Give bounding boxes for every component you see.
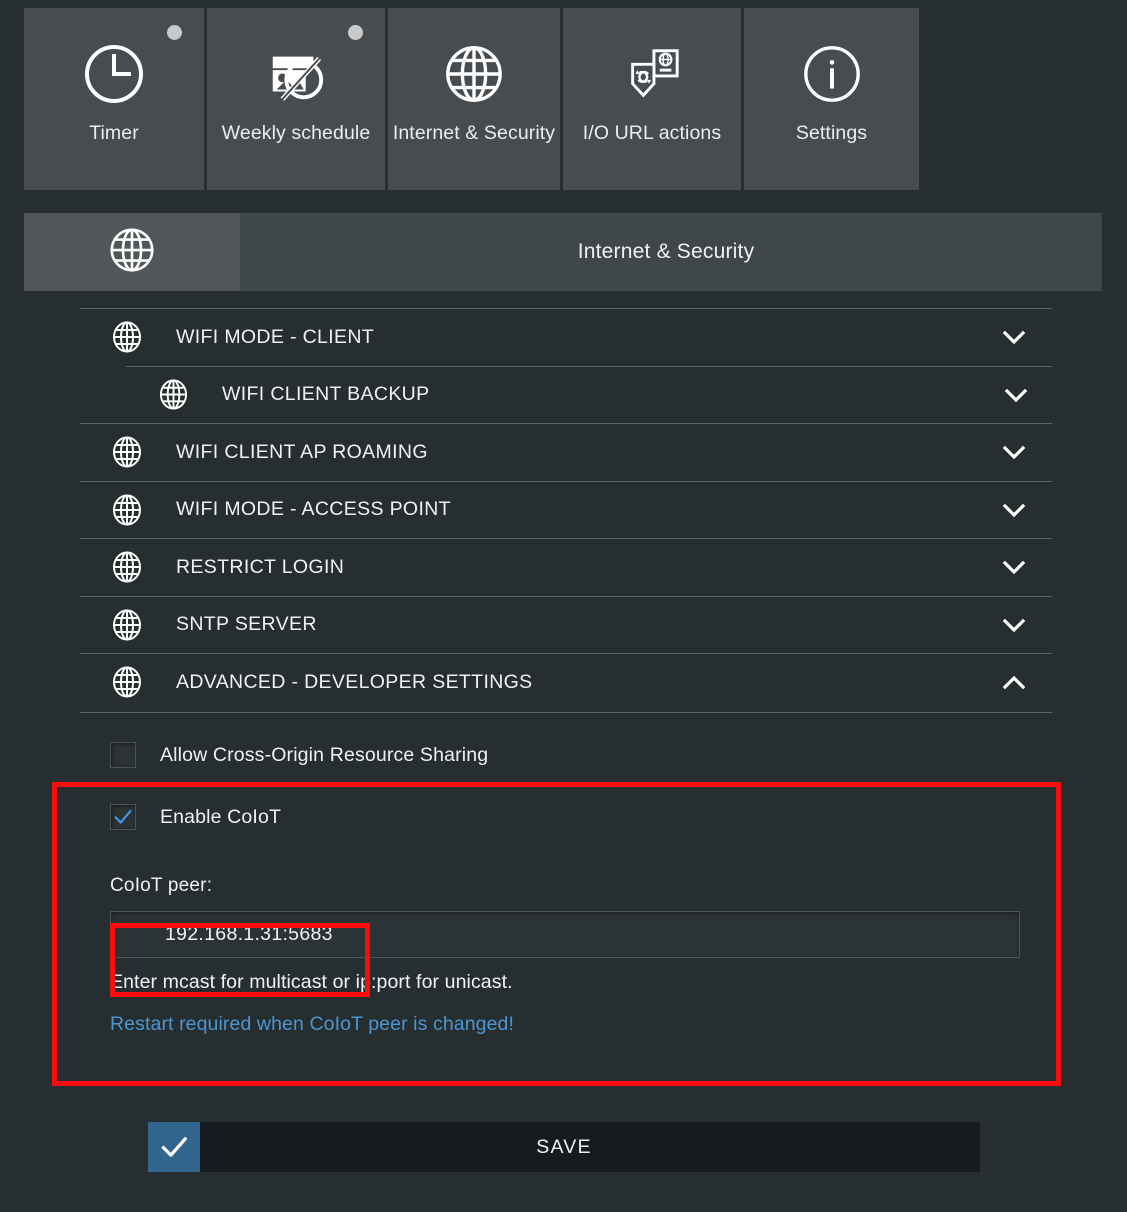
chevron-down-icon[interactable]	[1000, 611, 1028, 639]
toolbar-tile-internet-security[interactable]: Internet & Security	[388, 8, 560, 190]
accordion-row-restrict-login[interactable]: RESTRICT LOGIN	[80, 538, 1052, 596]
chevron-down-icon[interactable]	[1000, 438, 1028, 466]
clock-icon	[82, 42, 146, 106]
coiot-checkbox[interactable]	[110, 804, 136, 830]
globe-icon	[110, 608, 144, 642]
status-dot	[167, 25, 182, 40]
toolbar-tile-label: Timer	[89, 122, 139, 144]
coiot-checkbox-row[interactable]: Enable CoIoT	[80, 791, 1052, 843]
section-header: Internet & Security	[24, 213, 1102, 291]
accordion-row-label: SNTP SERVER	[176, 613, 317, 636]
toolbar-tile-label: Settings	[795, 122, 868, 144]
chevron-down-icon[interactable]	[1000, 553, 1028, 581]
chevron-down-icon[interactable]	[1000, 323, 1028, 351]
toolbar-tile-label: I/O URL actions	[582, 122, 722, 144]
globe-icon	[110, 320, 144, 354]
toolbar-tile-label: Weekly schedule	[221, 122, 371, 144]
globe-icon	[110, 493, 144, 527]
coiot-peer-hint: Enter mcast for multicast or ip:port for…	[110, 971, 513, 993]
accordion-row-wifi-mode-access-point[interactable]: WIFI MODE - ACCESS POINT	[80, 480, 1052, 539]
toolbar-tile-settings[interactable]: Settings	[744, 8, 919, 190]
globe-icon	[110, 550, 144, 584]
toolbar-tile-label: Internet & Security	[392, 122, 556, 144]
accordion-row-label: ADVANCED - DEVELOPER SETTINGS	[176, 670, 533, 693]
accordion-row-label: WIFI MODE - ACCESS POINT	[176, 498, 451, 521]
chevron-up-icon[interactable]	[1000, 668, 1028, 696]
app-root: Timer Weekly schedule Internet & Securit…	[0, 0, 1127, 1212]
cors-checkbox-row[interactable]: Allow Cross-Origin Resource Sharing	[80, 729, 1052, 781]
accordion-row-advanced-developer-settings[interactable]: ADVANCED - DEVELOPER SETTINGS	[80, 653, 1052, 711]
settings-accordion: WIFI MODE - CLIENT WIFI CLIENT BACKUP WI…	[80, 308, 1052, 711]
toolbar-tile-weekly-schedule[interactable]: Weekly schedule	[207, 8, 385, 190]
accordion-row-label: RESTRICT LOGIN	[176, 555, 345, 578]
info-icon	[800, 42, 864, 106]
cors-checkbox-label: Allow Cross-Origin Resource Sharing	[160, 743, 489, 766]
status-dot	[348, 25, 363, 40]
save-button[interactable]: SAVE	[148, 1122, 980, 1172]
accordion-row-wifi-mode-client[interactable]: WIFI MODE - CLIENT	[80, 308, 1052, 366]
globe-icon	[110, 435, 144, 469]
weekly-schedule-icon	[264, 42, 328, 106]
toolbar-tile-timer[interactable]: Timer	[24, 8, 204, 190]
main-toolbar: Timer Weekly schedule Internet & Securit…	[24, 8, 919, 190]
accordion-row-label: WIFI CLIENT BACKUP	[222, 383, 430, 406]
globe-icon	[156, 378, 190, 412]
cors-checkbox[interactable]	[110, 742, 136, 768]
chevron-down-icon[interactable]	[1000, 496, 1028, 524]
accordion-row-label: WIFI MODE - CLIENT	[176, 325, 375, 348]
io-url-actions-icon	[620, 42, 684, 106]
toolbar-tile-io-url-actions[interactable]: I/O URL actions	[563, 8, 741, 190]
coiot-peer-input[interactable]: 192.168.1.31:5683	[110, 911, 1020, 958]
accordion-row-wifi-client-ap-roaming[interactable]: WIFI CLIENT AP ROAMING	[80, 423, 1052, 481]
accordion-row-label: WIFI CLIENT AP ROAMING	[176, 440, 428, 463]
coiot-checkbox-label: Enable CoIoT	[160, 805, 282, 828]
globe-icon	[108, 226, 156, 279]
coiot-peer-label: CoIoT peer:	[110, 875, 213, 896]
advanced-developer-settings-panel: Allow Cross-Origin Resource Sharing Enab…	[80, 712, 1052, 1036]
accordion-row-wifi-client-backup[interactable]: WIFI CLIENT BACKUP	[126, 365, 1052, 424]
coiot-restart-note[interactable]: Restart required when CoIoT peer is chan…	[80, 1013, 1052, 1036]
chevron-down-icon[interactable]	[1002, 381, 1030, 409]
accordion-row-sntp-server[interactable]: SNTP SERVER	[80, 595, 1052, 654]
section-header-icon-button[interactable]	[24, 213, 240, 291]
page-title: Internet & Security	[577, 240, 755, 263]
globe-icon	[442, 42, 506, 106]
save-button-label: SAVE	[536, 1135, 592, 1158]
globe-icon	[110, 665, 144, 699]
check-icon	[148, 1122, 200, 1172]
